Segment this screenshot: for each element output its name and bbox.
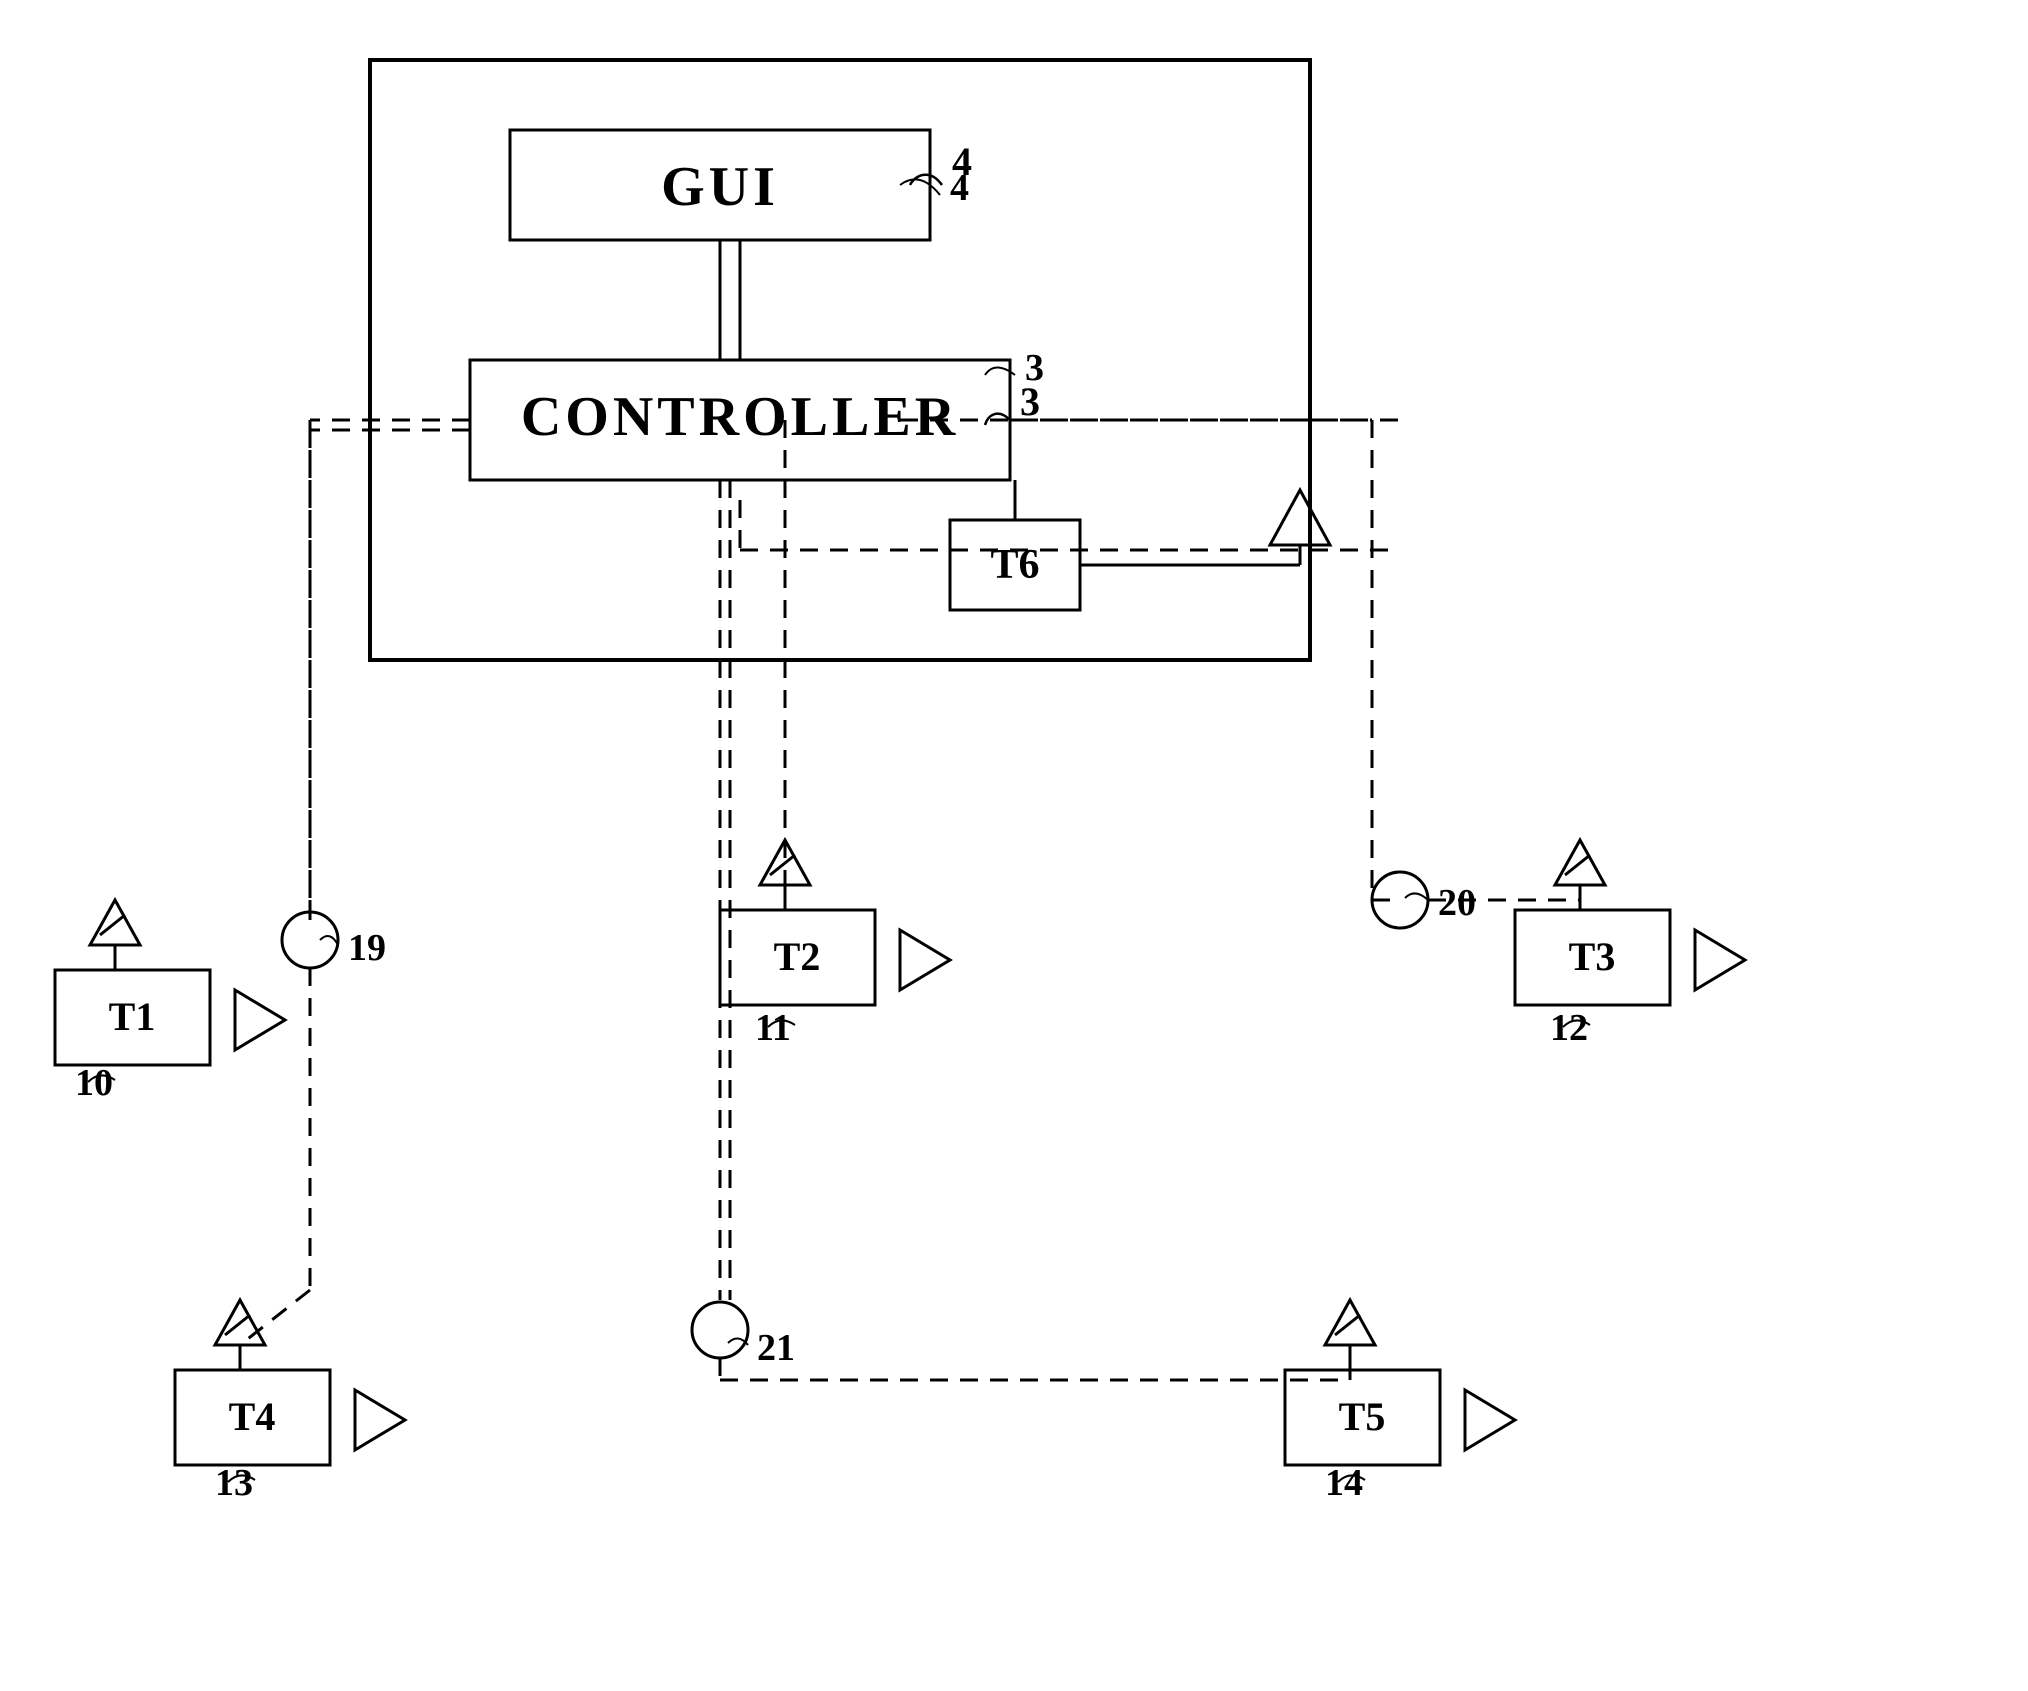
svg-text:3: 3	[1020, 379, 1040, 424]
svg-text:20: 20	[1438, 882, 1476, 924]
svg-text:T4: T4	[229, 1394, 276, 1439]
svg-text:10: 10	[75, 1062, 113, 1104]
svg-text:T1: T1	[109, 994, 156, 1039]
svg-text:21: 21	[757, 1327, 795, 1369]
svg-text:T3: T3	[1569, 934, 1616, 979]
svg-text:T6: T6	[990, 542, 1039, 588]
svg-text:CONTROLLER: CONTROLLER	[521, 386, 959, 448]
diagram: T1 T2 T3 T4	[0, 0, 2028, 1691]
svg-text:11: 11	[755, 1007, 791, 1049]
svg-text:4: 4	[952, 139, 972, 184]
svg-text:4: 4	[950, 167, 969, 209]
svg-text:14: 14	[1325, 1462, 1363, 1504]
svg-text:12: 12	[1550, 1007, 1588, 1049]
svg-text:GUI: GUI	[661, 156, 779, 218]
svg-text:T2: T2	[774, 934, 821, 979]
svg-text:13: 13	[215, 1462, 253, 1504]
diagram-svg: T1 T2 T3 T4	[0, 0, 2028, 1691]
svg-text:3: 3	[1025, 347, 1044, 389]
svg-text:19: 19	[348, 927, 386, 969]
svg-text:T5: T5	[1339, 1394, 1386, 1439]
